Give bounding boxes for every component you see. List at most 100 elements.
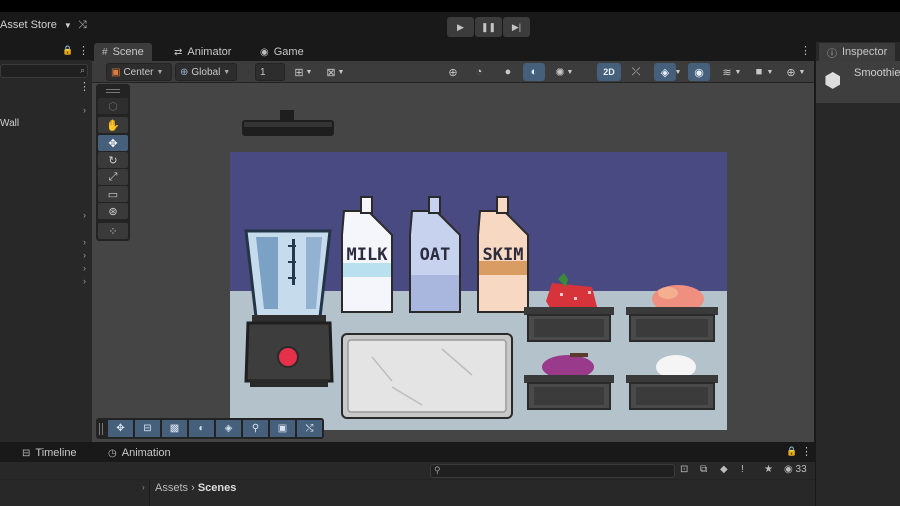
tab-scene[interactable]: # Scene bbox=[94, 43, 152, 61]
chevron-right-icon: › bbox=[191, 482, 198, 494]
chevron-down-icon[interactable]: ▼ bbox=[336, 63, 346, 81]
overlay-drag-handle[interactable] bbox=[99, 423, 103, 435]
black-tray-sprite[interactable] bbox=[242, 110, 334, 136]
overlay-drag-handle[interactable] bbox=[106, 89, 120, 93]
chevron-down-icon: ▼ bbox=[156, 68, 164, 76]
custom-tool-icon[interactable]: ⁘ bbox=[98, 223, 128, 239]
shaded-sphere-icon[interactable]: ● bbox=[497, 63, 519, 81]
audio-mute-icon[interactable]: ⤫ bbox=[625, 63, 647, 81]
animator-icon: ⇄ bbox=[174, 46, 183, 58]
hierarchy-item-wall[interactable]: Wall bbox=[0, 118, 19, 129]
play-icon: ▶ bbox=[457, 21, 464, 32]
expand-chevron-icon[interactable]: › bbox=[83, 276, 86, 286]
lock-icon[interactable]: 🔒 bbox=[786, 446, 797, 457]
scene-tab-bar: # Scene ⇄ Animator ◉ Game ⋮ bbox=[92, 42, 814, 61]
favorite-star-icon[interactable]: ★ bbox=[764, 464, 773, 475]
chevron-down-icon: ▼ bbox=[223, 68, 231, 76]
project-search-input[interactable]: ⚲ bbox=[430, 464, 675, 478]
rect-tool-icon[interactable]: ▭ bbox=[98, 186, 128, 202]
chevron-down-icon[interactable]: ▼ bbox=[765, 63, 775, 81]
scene-visibility-icon[interactable]: ◉ bbox=[688, 63, 710, 81]
magnifier-icon[interactable]: ⚲ bbox=[243, 420, 268, 437]
pause-button[interactable]: ❚❚ bbox=[475, 17, 502, 37]
expand-chevron-icon[interactable]: › bbox=[83, 105, 86, 115]
timeline-icon: ⊟ bbox=[22, 447, 31, 459]
oat-label: OAT bbox=[420, 245, 451, 265]
hand-tool-icon[interactable]: ✋ bbox=[98, 117, 128, 133]
lighting-toggle-icon[interactable]: ◐ bbox=[523, 63, 545, 81]
blender-sprite[interactable] bbox=[244, 229, 334, 387]
milk-label: MILK bbox=[347, 245, 389, 265]
inspector-header: ⬢ Smoothie bbox=[816, 61, 900, 103]
chevron-down-icon[interactable]: ▼ bbox=[673, 63, 683, 81]
tab-timeline[interactable]: ⊟ Timeline bbox=[14, 444, 85, 462]
tab-label: Inspector bbox=[842, 46, 888, 58]
more-options-icon[interactable]: ⋮ bbox=[79, 80, 90, 93]
grid-icon: # bbox=[102, 46, 108, 58]
hierarchy-search-input[interactable]: ⌕ bbox=[0, 64, 88, 78]
chevron-down-icon[interactable]: ▼ bbox=[565, 63, 575, 81]
scene-viewport[interactable]: MILK OAT SKIM bbox=[92, 83, 814, 442]
tab-inspector[interactable]: ⓘ Inspector bbox=[819, 43, 896, 61]
animation-clock-icon: ◷ bbox=[108, 447, 117, 459]
more-options-icon[interactable]: ⋮ bbox=[801, 445, 812, 458]
move-tool-icon[interactable]: ✥ bbox=[98, 135, 128, 151]
step-icon: ▶| bbox=[511, 21, 522, 32]
asset-store-label: Asset Store bbox=[0, 19, 57, 31]
render-mode-icon[interactable]: ◔ bbox=[468, 63, 490, 81]
tab-animator[interactable]: ⇄ Animator bbox=[166, 43, 239, 61]
grid-size-field[interactable]: 1 bbox=[255, 63, 285, 81]
step-button[interactable]: ▶| bbox=[503, 17, 530, 37]
grid-pattern-icon[interactable]: ▩ bbox=[162, 420, 187, 437]
top-black-bar bbox=[0, 0, 900, 12]
version-control-icon[interactable]: ⤨ bbox=[78, 19, 92, 33]
hidden-count: 33 bbox=[795, 464, 807, 475]
expand-chevron-icon[interactable]: › bbox=[83, 237, 86, 247]
asset-store-dropdown[interactable]: Asset Store ▼ bbox=[0, 19, 72, 31]
object-name[interactable]: Smoothie bbox=[854, 67, 900, 79]
transform-tool-icon[interactable]: ⊛ bbox=[98, 203, 128, 219]
search-by-type-icon[interactable]: ⊡ bbox=[680, 464, 688, 475]
hierarchy-header: 🔒 ⋮ bbox=[0, 42, 92, 60]
cutting-board-sprite[interactable] bbox=[341, 333, 513, 419]
scale-tool-icon[interactable]: ⤢ bbox=[98, 169, 128, 185]
more-options-icon[interactable]: ⋮ bbox=[78, 44, 89, 57]
gamepad-icon: ◉ bbox=[260, 46, 269, 58]
project-folder-tree bbox=[0, 480, 150, 506]
shuffle-icon[interactable]: ⤭ bbox=[297, 420, 322, 437]
chevron-down-icon[interactable]: ▼ bbox=[733, 63, 743, 81]
search-by-label-icon[interactable]: ⧉ bbox=[700, 464, 707, 475]
toggle-2d-button[interactable]: 2D bbox=[597, 63, 621, 81]
chevron-down-icon[interactable]: ▼ bbox=[304, 63, 314, 81]
pivot-center-icon: ▣ bbox=[111, 66, 121, 78]
play-button[interactable]: ▶ bbox=[447, 17, 474, 37]
pivot-mode-dropdown[interactable]: ▣ Center ▼ bbox=[106, 63, 172, 81]
expand-chevron-icon[interactable]: › bbox=[83, 210, 86, 220]
chevron-down-icon[interactable]: ▼ bbox=[797, 63, 807, 81]
half-circle-icon[interactable]: ◐ bbox=[189, 420, 214, 437]
draw-mode-icon[interactable]: ⊕ bbox=[442, 63, 464, 81]
warning-icon[interactable]: ! bbox=[741, 464, 744, 475]
tab-animation[interactable]: ◷ Animation bbox=[100, 444, 179, 462]
view-tool-icon[interactable]: ⬡ bbox=[98, 98, 128, 114]
more-options-icon[interactable]: ⋮ bbox=[800, 44, 811, 57]
move-tool-icon[interactable]: ✥ bbox=[108, 420, 133, 437]
breadcrumb: Assets › Scenes bbox=[155, 482, 236, 494]
lock-icon[interactable]: 🔒 bbox=[62, 45, 73, 56]
tab-label: Game bbox=[273, 46, 304, 58]
breadcrumb-assets[interactable]: Assets bbox=[155, 482, 188, 494]
search-filter-icon[interactable]: ⌕ bbox=[80, 65, 85, 76]
tab-game[interactable]: ◉ Game bbox=[252, 43, 312, 61]
align-icon[interactable]: ⊟ bbox=[135, 420, 160, 437]
breadcrumb-scenes[interactable]: Scenes bbox=[198, 482, 237, 494]
rotate-tool-icon[interactable]: ↻ bbox=[98, 152, 128, 168]
hidden-packages-icon[interactable]: ◉ 33 bbox=[784, 464, 807, 475]
layers-icon[interactable]: ◈ bbox=[216, 420, 241, 437]
expand-chevron-icon[interactable]: › bbox=[83, 263, 86, 273]
tag-icon[interactable]: ◆ bbox=[720, 464, 728, 475]
toggle-2d-label: 2D bbox=[603, 67, 615, 77]
camera-view-icon[interactable]: ▣ bbox=[270, 420, 295, 437]
expand-chevron-icon[interactable]: › bbox=[83, 250, 86, 260]
pivot-rotation-dropdown[interactable]: ⊕ Global ▼ bbox=[175, 63, 237, 81]
search-icon: ⚲ bbox=[434, 465, 441, 475]
